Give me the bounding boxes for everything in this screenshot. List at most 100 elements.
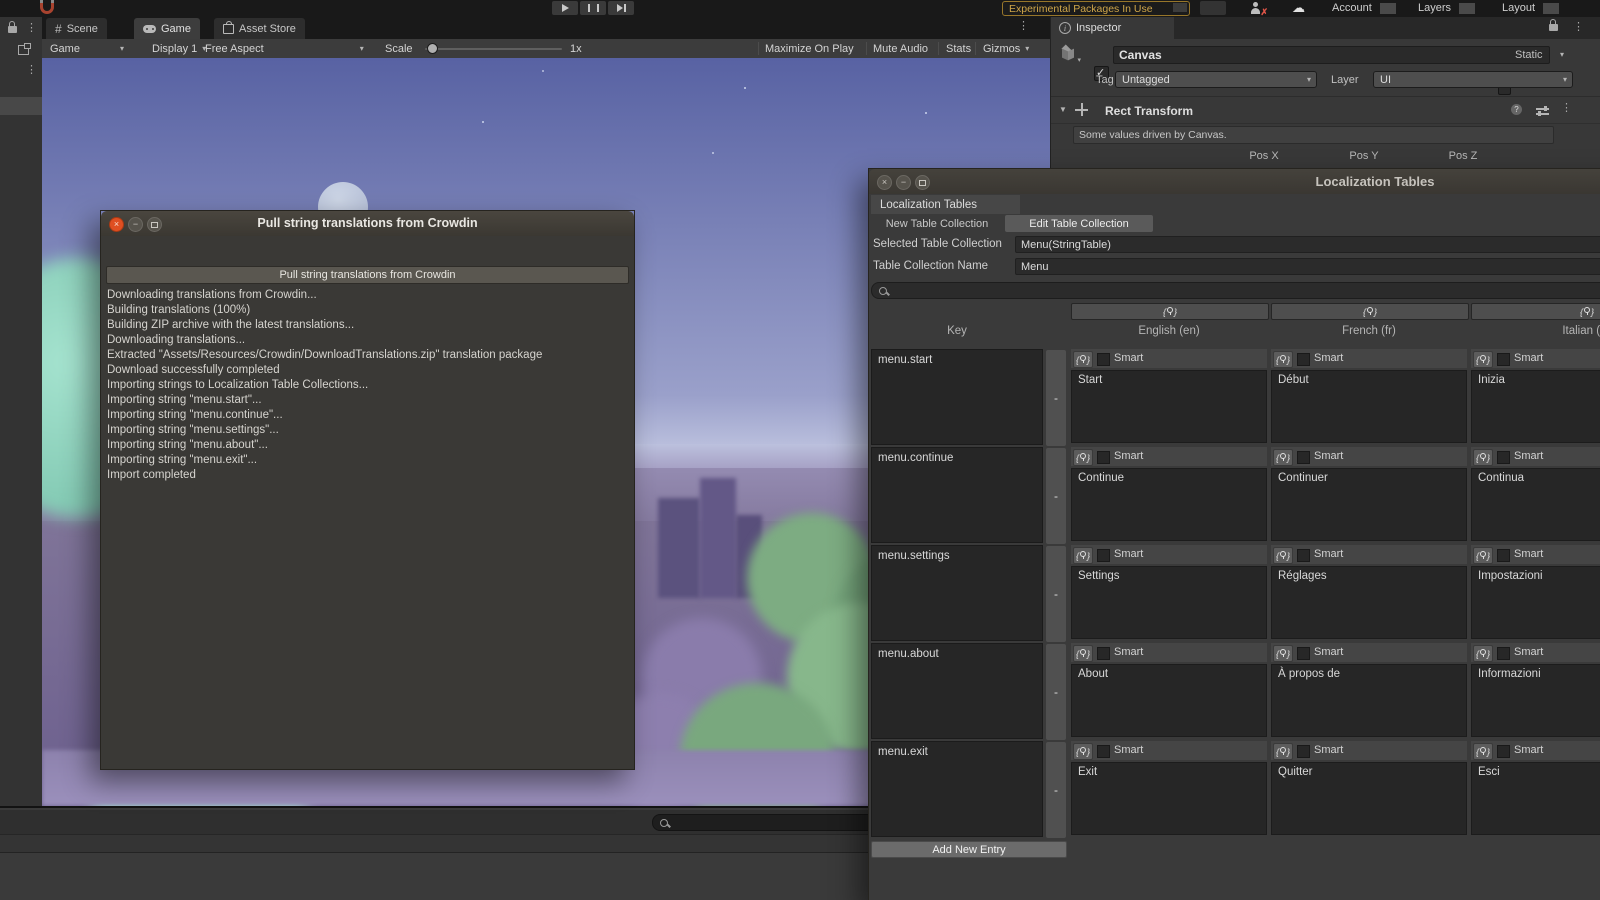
translation-textarea[interactable]: Inizia <box>1471 370 1600 443</box>
metadata-button[interactable] <box>1473 547 1493 564</box>
key-cell[interactable]: menu.settings <box>871 545 1043 641</box>
cloud-services-button[interactable]: ☁ <box>1292 1 1305 15</box>
translation-textarea[interactable]: Settings <box>1071 566 1267 639</box>
smart-checkbox[interactable] <box>1497 549 1510 562</box>
metadata-button[interactable] <box>1073 743 1093 760</box>
remove-entry-button[interactable]: - <box>1045 349 1067 447</box>
remove-entry-button[interactable]: - <box>1045 545 1067 643</box>
metadata-button[interactable] <box>1073 449 1093 466</box>
table-search-input[interactable] <box>871 282 1600 299</box>
metadata-button[interactable] <box>1273 351 1293 368</box>
add-new-entry-button[interactable]: Add New Entry <box>871 841 1067 858</box>
smart-checkbox[interactable] <box>1497 353 1510 366</box>
step-button[interactable] <box>608 1 634 15</box>
metadata-button[interactable] <box>1273 547 1293 564</box>
translation-textarea[interactable]: Continuer <box>1271 468 1467 541</box>
aspect-dropdown[interactable]: Free Aspect ▾ <box>205 39 364 58</box>
smart-checkbox[interactable] <box>1097 647 1110 660</box>
render-target-dropdown[interactable]: Game ▾ <box>50 39 124 58</box>
key-cell[interactable]: menu.about <box>871 643 1043 739</box>
gizmos-dropdown[interactable]: Gizmos ▾ <box>983 39 1029 58</box>
metadata-button[interactable] <box>1473 645 1493 662</box>
help-icon[interactable]: ? <box>1511 104 1522 115</box>
smart-checkbox[interactable] <box>1297 647 1310 660</box>
snap-magnet-icon[interactable] <box>40 0 54 14</box>
translation-textarea[interactable]: Réglages <box>1271 566 1467 639</box>
tab-scene[interactable]: # Scene <box>46 18 107 39</box>
metadata-button[interactable] <box>1273 743 1293 760</box>
translation-textarea[interactable]: Début <box>1271 370 1467 443</box>
metadata-button[interactable] <box>1073 645 1093 662</box>
gameobject-cube-icon[interactable]: ▾ <box>1059 44 1081 64</box>
play-button[interactable] <box>552 1 578 15</box>
translation-textarea[interactable]: Continue <box>1071 468 1267 541</box>
experimental-packages-badge[interactable]: Experimental Packages In Use <box>1002 1 1190 16</box>
smart-checkbox[interactable] <box>1497 745 1510 758</box>
translation-textarea[interactable]: Exit <box>1071 762 1267 835</box>
mute-audio-button[interactable]: Mute Audio <box>873 39 928 58</box>
collab-button[interactable]: ✗ <box>1248 2 1268 17</box>
key-cell[interactable]: menu.start <box>871 349 1043 445</box>
collapsed-panel-band[interactable] <box>0 97 42 115</box>
inspector-lock-icon[interactable] <box>1549 19 1558 31</box>
translation-textarea[interactable]: About <box>1071 664 1267 737</box>
loc-window-titlebar[interactable]: Localization Tables <box>869 169 1600 194</box>
object-name-field[interactable]: Canvas <box>1113 46 1550 64</box>
translation-textarea[interactable]: À propos de <box>1271 664 1467 737</box>
column-header-french[interactable]: French (fr) <box>1271 325 1467 337</box>
tab-new-table-collection[interactable]: New Table Collection <box>871 215 1003 232</box>
smart-checkbox[interactable] <box>1097 353 1110 366</box>
layers-dropdown[interactable]: Layers <box>1418 1 1476 15</box>
smart-checkbox[interactable] <box>1097 451 1110 464</box>
static-dropdown-icon[interactable]: ▾ <box>1560 50 1564 59</box>
remove-entry-button[interactable]: - <box>1045 447 1067 545</box>
key-column-header[interactable]: Key <box>871 325 1043 337</box>
scale-slider-knob[interactable] <box>427 43 438 54</box>
smart-checkbox[interactable] <box>1297 451 1310 464</box>
selected-collection-field[interactable]: Menu(StringTable) <box>1015 236 1600 253</box>
layout-dropdown[interactable]: Layout <box>1502 1 1560 15</box>
metadata-button[interactable] <box>1273 645 1293 662</box>
rect-transform-header[interactable]: ▼ Rect Transform ? ⋮ <box>1051 97 1600 124</box>
tab-localization-tables[interactable]: Localization Tables <box>871 195 1020 214</box>
smart-checkbox[interactable] <box>1297 549 1310 562</box>
foldout-arrow-icon[interactable]: ▼ <box>1059 105 1067 114</box>
key-cell[interactable]: menu.exit <box>871 741 1043 837</box>
tab-edit-table-collection[interactable]: Edit Table Collection <box>1005 215 1153 232</box>
pull-translations-button[interactable]: Pull string translations from Crowdin <box>106 266 629 284</box>
display-dropdown[interactable]: Display 1 ▾ <box>152 39 206 58</box>
column-settings-button-it[interactable] <box>1471 303 1600 320</box>
account-dropdown[interactable]: Account <box>1332 1 1396 15</box>
tab-game[interactable]: Game <box>134 18 200 39</box>
metadata-button[interactable] <box>1473 743 1493 760</box>
popout-icon[interactable] <box>18 43 31 55</box>
maximize-on-play-button[interactable]: Maximize On Play <box>765 39 854 58</box>
metadata-button[interactable] <box>1073 351 1093 368</box>
metadata-button[interactable] <box>1473 449 1493 466</box>
smart-checkbox[interactable] <box>1097 549 1110 562</box>
translation-textarea[interactable]: Informazioni <box>1471 664 1600 737</box>
metadata-button[interactable] <box>1073 547 1093 564</box>
tab-asset-store[interactable]: Asset Store <box>214 18 305 39</box>
key-cell[interactable]: menu.continue <box>871 447 1043 543</box>
translation-textarea[interactable]: Esci <box>1471 762 1600 835</box>
pause-button[interactable] <box>580 1 606 15</box>
column-header-italian[interactable]: Italian (it) <box>1471 325 1600 337</box>
panel-menu-icon-2[interactable]: ⋮ <box>26 65 37 76</box>
translation-textarea[interactable]: Continua <box>1471 468 1600 541</box>
layer-dropdown[interactable]: UI ▾ <box>1373 71 1573 88</box>
metadata-button[interactable] <box>1273 449 1293 466</box>
smart-checkbox[interactable] <box>1297 353 1310 366</box>
metadata-button[interactable] <box>1473 351 1493 368</box>
translation-textarea[interactable]: Quitter <box>1271 762 1467 835</box>
smart-checkbox[interactable] <box>1297 745 1310 758</box>
inspector-menu-icon[interactable]: ⋮ <box>1573 22 1584 33</box>
game-view-menu-icon[interactable]: ⋮ <box>1018 21 1029 32</box>
column-settings-button-fr[interactable] <box>1271 303 1469 320</box>
smart-checkbox[interactable] <box>1497 647 1510 660</box>
translation-textarea[interactable]: Impostazioni <box>1471 566 1600 639</box>
toolbar-misc-button[interactable] <box>1200 1 1226 15</box>
column-header-english[interactable]: English (en) <box>1071 325 1267 337</box>
dialog-titlebar[interactable]: Pull string translations from Crowdin <box>101 211 634 236</box>
collection-name-field[interactable]: Menu <box>1015 258 1600 275</box>
